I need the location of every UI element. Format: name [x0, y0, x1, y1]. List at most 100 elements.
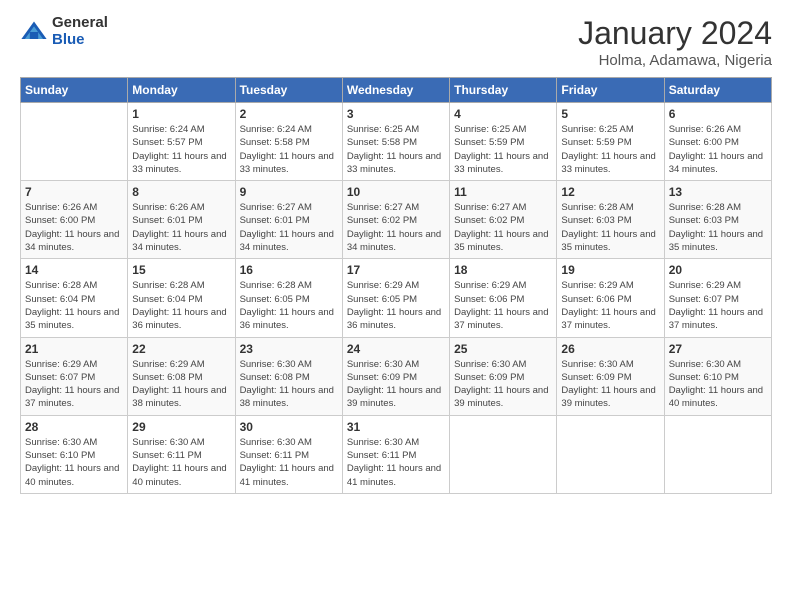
- day-cell-3-6: 27 Sunrise: 6:30 AM Sunset: 6:10 PM Dayli…: [664, 337, 771, 415]
- day-detail-3-0: Sunrise: 6:29 AM Sunset: 6:07 PM Dayligh…: [25, 358, 123, 411]
- day-cell-3-0: 21 Sunrise: 6:29 AM Sunset: 6:07 PM Dayli…: [21, 337, 128, 415]
- header-sunday: Sunday: [21, 78, 128, 103]
- day-number-1-5: 12: [561, 185, 659, 199]
- day-detail-1-1: Sunrise: 6:26 AM Sunset: 6:01 PM Dayligh…: [132, 201, 230, 254]
- day-cell-3-1: 22 Sunrise: 6:29 AM Sunset: 6:08 PM Dayli…: [128, 337, 235, 415]
- page: General Blue January 2024 Holma, Adamawa…: [0, 0, 792, 612]
- logo: General Blue: [20, 15, 108, 48]
- day-number-1-4: 11: [454, 185, 552, 199]
- day-number-1-0: 7: [25, 185, 123, 199]
- day-detail-2-4: Sunrise: 6:29 AM Sunset: 6:06 PM Dayligh…: [454, 279, 552, 332]
- day-detail-3-5: Sunrise: 6:30 AM Sunset: 6:09 PM Dayligh…: [561, 358, 659, 411]
- day-number-0-2: 2: [240, 107, 338, 121]
- day-detail-2-1: Sunrise: 6:28 AM Sunset: 6:04 PM Dayligh…: [132, 279, 230, 332]
- day-number-0-3: 3: [347, 107, 445, 121]
- day-number-1-1: 8: [132, 185, 230, 199]
- day-cell-4-6: [664, 415, 771, 493]
- day-detail-4-3: Sunrise: 6:30 AM Sunset: 6:11 PM Dayligh…: [347, 436, 445, 489]
- day-detail-3-4: Sunrise: 6:30 AM Sunset: 6:09 PM Dayligh…: [454, 358, 552, 411]
- logo-blue-text: Blue: [52, 32, 108, 49]
- day-number-1-6: 13: [669, 185, 767, 199]
- day-detail-2-0: Sunrise: 6:28 AM Sunset: 6:04 PM Dayligh…: [25, 279, 123, 332]
- day-detail-1-2: Sunrise: 6:27 AM Sunset: 6:01 PM Dayligh…: [240, 201, 338, 254]
- day-cell-0-0: [21, 103, 128, 181]
- day-cell-1-3: 10 Sunrise: 6:27 AM Sunset: 6:02 PM Dayli…: [342, 181, 449, 259]
- day-detail-4-2: Sunrise: 6:30 AM Sunset: 6:11 PM Dayligh…: [240, 436, 338, 489]
- day-number-2-2: 16: [240, 263, 338, 277]
- day-number-3-1: 22: [132, 342, 230, 356]
- day-cell-0-2: 2 Sunrise: 6:24 AM Sunset: 5:58 PM Daylig…: [235, 103, 342, 181]
- day-cell-2-2: 16 Sunrise: 6:28 AM Sunset: 6:05 PM Dayli…: [235, 259, 342, 337]
- day-detail-0-2: Sunrise: 6:24 AM Sunset: 5:58 PM Dayligh…: [240, 123, 338, 176]
- day-number-0-5: 5: [561, 107, 659, 121]
- day-cell-0-4: 4Sunrise: 6:25 AM Sunset: 5:59 PM Daylig…: [450, 103, 557, 181]
- day-cell-4-2: 30Sunrise: 6:30 AM Sunset: 6:11 PM Dayli…: [235, 415, 342, 493]
- week-row-3: 21 Sunrise: 6:29 AM Sunset: 6:07 PM Dayli…: [21, 337, 772, 415]
- header-wednesday: Wednesday: [342, 78, 449, 103]
- day-cell-1-0: 7 Sunrise: 6:26 AM Sunset: 6:00 PM Daylig…: [21, 181, 128, 259]
- day-number-3-6: 27: [669, 342, 767, 356]
- day-cell-3-5: 26 Sunrise: 6:30 AM Sunset: 6:09 PM Dayli…: [557, 337, 664, 415]
- day-cell-4-1: 29 Sunrise: 6:30 AM Sunset: 6:11 PM Dayli…: [128, 415, 235, 493]
- day-cell-2-5: 19 Sunrise: 6:29 AM Sunset: 6:06 PM Dayli…: [557, 259, 664, 337]
- day-number-0-1: 1: [132, 107, 230, 121]
- day-cell-1-6: 13 Sunrise: 6:28 AM Sunset: 6:03 PM Dayli…: [664, 181, 771, 259]
- day-detail-2-3: Sunrise: 6:29 AM Sunset: 6:05 PM Dayligh…: [347, 279, 445, 332]
- day-number-4-0: 28: [25, 420, 123, 434]
- header-monday: Monday: [128, 78, 235, 103]
- day-number-2-5: 19: [561, 263, 659, 277]
- day-cell-3-2: 23 Sunrise: 6:30 AM Sunset: 6:08 PM Dayli…: [235, 337, 342, 415]
- day-detail-2-2: Sunrise: 6:28 AM Sunset: 6:05 PM Dayligh…: [240, 279, 338, 332]
- day-cell-4-4: [450, 415, 557, 493]
- header-friday: Friday: [557, 78, 664, 103]
- day-number-2-1: 15: [132, 263, 230, 277]
- day-detail-0-5: Sunrise: 6:25 AM Sunset: 5:59 PM Dayligh…: [561, 123, 659, 176]
- day-cell-3-3: 24 Sunrise: 6:30 AM Sunset: 6:09 PM Dayli…: [342, 337, 449, 415]
- day-detail-1-4: Sunrise: 6:27 AM Sunset: 6:02 PM Dayligh…: [454, 201, 552, 254]
- day-detail-3-3: Sunrise: 6:30 AM Sunset: 6:09 PM Dayligh…: [347, 358, 445, 411]
- day-number-3-0: 21: [25, 342, 123, 356]
- logo-text: General Blue: [52, 15, 108, 48]
- day-detail-1-3: Sunrise: 6:27 AM Sunset: 6:02 PM Dayligh…: [347, 201, 445, 254]
- header-thursday: Thursday: [450, 78, 557, 103]
- day-cell-2-1: 15 Sunrise: 6:28 AM Sunset: 6:04 PM Dayli…: [128, 259, 235, 337]
- day-cell-0-3: 3 Sunrise: 6:25 AM Sunset: 5:58 PM Daylig…: [342, 103, 449, 181]
- logo-icon: [20, 18, 48, 46]
- day-detail-4-1: Sunrise: 6:30 AM Sunset: 6:11 PM Dayligh…: [132, 436, 230, 489]
- day-cell-4-0: 28Sunrise: 6:30 AM Sunset: 6:10 PM Dayli…: [21, 415, 128, 493]
- day-cell-1-4: 11 Sunrise: 6:27 AM Sunset: 6:02 PM Dayli…: [450, 181, 557, 259]
- day-cell-4-5: [557, 415, 664, 493]
- day-number-0-4: 4: [454, 107, 552, 121]
- day-cell-2-6: 20 Sunrise: 6:29 AM Sunset: 6:07 PM Dayli…: [664, 259, 771, 337]
- day-number-4-3: 31: [347, 420, 445, 434]
- title-block: January 2024 Holma, Adamawa, Nigeria: [578, 15, 772, 69]
- day-number-3-5: 26: [561, 342, 659, 356]
- day-number-3-3: 24: [347, 342, 445, 356]
- calendar-table: Sunday Monday Tuesday Wednesday Thursday…: [20, 77, 772, 494]
- day-cell-0-5: 5 Sunrise: 6:25 AM Sunset: 5:59 PM Daylig…: [557, 103, 664, 181]
- day-number-3-2: 23: [240, 342, 338, 356]
- logo-general-text: General: [52, 15, 108, 32]
- calendar-subtitle: Holma, Adamawa, Nigeria: [578, 52, 772, 69]
- week-row-4: 28Sunrise: 6:30 AM Sunset: 6:10 PM Dayli…: [21, 415, 772, 493]
- day-detail-3-6: Sunrise: 6:30 AM Sunset: 6:10 PM Dayligh…: [669, 358, 767, 411]
- day-number-3-4: 25: [454, 342, 552, 356]
- header: General Blue January 2024 Holma, Adamawa…: [20, 15, 772, 69]
- day-number-1-2: 9: [240, 185, 338, 199]
- week-row-2: 14Sunrise: 6:28 AM Sunset: 6:04 PM Dayli…: [21, 259, 772, 337]
- day-detail-3-2: Sunrise: 6:30 AM Sunset: 6:08 PM Dayligh…: [240, 358, 338, 411]
- day-cell-0-1: 1Sunrise: 6:24 AM Sunset: 5:57 PM Daylig…: [128, 103, 235, 181]
- day-cell-1-1: 8 Sunrise: 6:26 AM Sunset: 6:01 PM Daylig…: [128, 181, 235, 259]
- day-number-2-6: 20: [669, 263, 767, 277]
- day-number-0-6: 6: [669, 107, 767, 121]
- day-number-4-1: 29: [132, 420, 230, 434]
- day-detail-1-5: Sunrise: 6:28 AM Sunset: 6:03 PM Dayligh…: [561, 201, 659, 254]
- day-detail-1-0: Sunrise: 6:26 AM Sunset: 6:00 PM Dayligh…: [25, 201, 123, 254]
- day-detail-1-6: Sunrise: 6:28 AM Sunset: 6:03 PM Dayligh…: [669, 201, 767, 254]
- day-detail-0-3: Sunrise: 6:25 AM Sunset: 5:58 PM Dayligh…: [347, 123, 445, 176]
- day-cell-2-3: 17Sunrise: 6:29 AM Sunset: 6:05 PM Dayli…: [342, 259, 449, 337]
- day-detail-2-5: Sunrise: 6:29 AM Sunset: 6:06 PM Dayligh…: [561, 279, 659, 332]
- day-number-1-3: 10: [347, 185, 445, 199]
- day-detail-2-6: Sunrise: 6:29 AM Sunset: 6:07 PM Dayligh…: [669, 279, 767, 332]
- day-detail-3-1: Sunrise: 6:29 AM Sunset: 6:08 PM Dayligh…: [132, 358, 230, 411]
